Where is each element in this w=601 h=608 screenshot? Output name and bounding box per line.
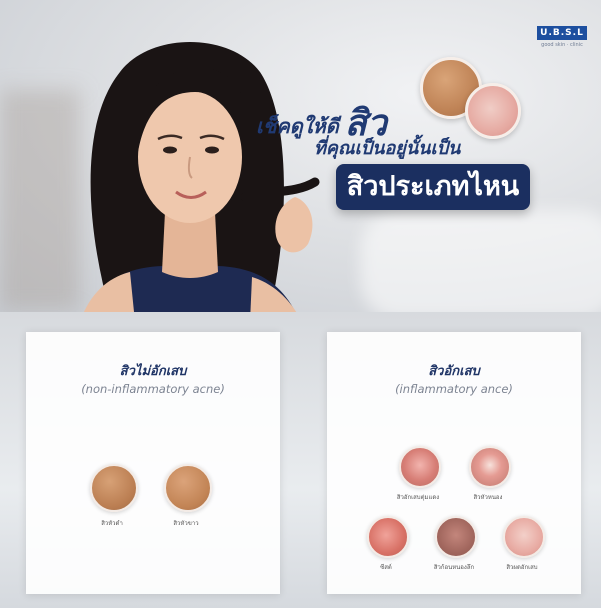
infographic: U.B.S.L good skin · clinic เช็คดูให้ดี สิ… bbox=[0, 0, 601, 608]
panel-subtitle: (non-inflammatory acne) bbox=[81, 382, 225, 396]
background-blur-right bbox=[360, 210, 601, 320]
woman-photo bbox=[80, 42, 320, 322]
acne-item-label: สิวหัวขาว bbox=[173, 520, 199, 527]
pustule-icon bbox=[469, 446, 511, 488]
acne-types-section: สิวไม่อักเสบ (non-inflammatory acne) สิว… bbox=[0, 312, 601, 608]
inflamed-rash-icon bbox=[503, 516, 545, 558]
brand-tagline: good skin · clinic bbox=[541, 42, 583, 48]
cyst-icon bbox=[367, 516, 409, 558]
acne-item-label: สิวอักเสบตุ่มแดง bbox=[396, 494, 440, 501]
acne-item-label: สิวหัวดำ bbox=[101, 520, 123, 527]
whitehead-icon bbox=[164, 464, 212, 512]
panel-title: สิวอักเสบ bbox=[428, 364, 480, 379]
acne-item-label: ซีสต์ bbox=[380, 564, 392, 571]
panel-non-inflammatory: สิวไม่อักเสบ (non-inflammatory acne) สิว… bbox=[26, 332, 280, 594]
panel-inflammatory: สิวอักเสบ (inflammatory ance) สิวอักเสบต… bbox=[327, 332, 581, 594]
hero-banner: U.B.S.L good skin · clinic เช็คดูให้ดี สิ… bbox=[0, 0, 601, 322]
blackhead-icon bbox=[90, 464, 138, 512]
nodule-icon bbox=[435, 516, 477, 558]
panel-title: สิวไม่อักเสบ bbox=[119, 364, 187, 379]
headline-pill: สิวประเภทไหน bbox=[336, 164, 530, 210]
skin-sample-acne-icon bbox=[465, 83, 521, 139]
brand-logo: U.B.S.L bbox=[537, 26, 587, 40]
acne-item-label: สิวผดอักเสบ bbox=[506, 564, 538, 571]
panel-subtitle: (inflammatory ance) bbox=[395, 382, 513, 396]
papule-icon bbox=[399, 446, 441, 488]
acne-item-label: สิวก้อนหนองลึก bbox=[433, 564, 475, 571]
headline-line2: ที่คุณเป็นอยู่นั้นเป็น bbox=[314, 138, 461, 159]
headline-pill-text: สิวประเภทไหน bbox=[346, 171, 520, 202]
acne-item-label: สิวหัวหนอง bbox=[473, 494, 503, 501]
